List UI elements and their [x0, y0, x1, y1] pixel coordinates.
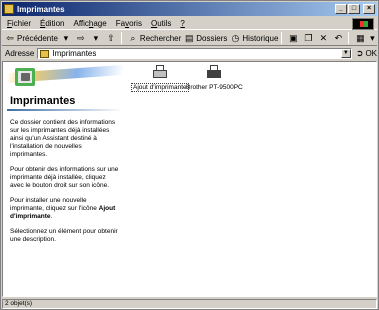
menu-help-accel: ?: [180, 18, 185, 28]
toolbar: ⇦ Précédente ▾ ⇨ ▾ ⇧ ⌕ Rechercher ▤ Dossier…: [2, 31, 377, 46]
menu-fichier[interactable]: Fichier: [7, 19, 31, 28]
printer-item[interactable]: Brother PT-9500PC: [186, 65, 243, 91]
search-button[interactable]: ⌕ Rechercher: [128, 32, 181, 45]
copy-to-icon: ❐: [304, 33, 313, 43]
address-bar: Adresse Imprimantes ▼ ➲ OK: [2, 47, 377, 60]
forward-button[interactable]: ⇨: [76, 32, 88, 45]
history-label: Historique: [242, 33, 279, 43]
go-arrow-icon: ➲: [355, 48, 364, 58]
back-arrow-icon: ⇦: [6, 33, 14, 43]
delete-icon: ✕: [319, 33, 328, 43]
menu-favoris-label: oris: [129, 18, 142, 28]
close-button[interactable]: ×: [363, 4, 375, 14]
address-value: Imprimantes: [52, 49, 97, 58]
printer-icon: [206, 65, 222, 81]
up-folder-icon: ⇧: [107, 33, 115, 43]
folders-icon: ▤: [185, 33, 194, 43]
panel-paragraph: Ce dossier contient des informations sur…: [10, 119, 116, 158]
forward-dropdown[interactable]: ▾: [91, 32, 103, 45]
panel-banner: [7, 65, 123, 93]
panel-paragraph: Pour obtenir des informations sur une im…: [10, 166, 119, 189]
go-button[interactable]: ➲ OK: [356, 48, 377, 59]
printer-body: [207, 70, 222, 78]
views-button[interactable]: ▦ ▾: [355, 32, 379, 45]
add-printer-icon: [152, 65, 168, 81]
panel-description: Ce dossier contient des informations sur…: [10, 119, 120, 244]
item-label: Ajout d'imprimante: [131, 83, 189, 92]
title-bar[interactable]: Imprimantes _ □ ×: [2, 2, 377, 16]
address-field[interactable]: Imprimantes ▼: [37, 48, 352, 59]
views-icon: ▦: [356, 33, 365, 43]
panel-paragraph: Sélectionnez un élément pour obtenir une…: [10, 228, 118, 243]
folders-label: Dossiers: [196, 33, 228, 43]
address-label: Adresse: [5, 49, 35, 58]
back-button[interactable]: ⇦ Précédente: [5, 32, 58, 45]
chevron-down-icon[interactable]: ▼: [340, 49, 351, 58]
chevron-down-icon: ▾: [63, 33, 69, 43]
menu-affichage-pre: Affic: [73, 18, 89, 28]
printers-folder-icon: [15, 68, 35, 86]
chevron-down-icon: ▾: [370, 33, 375, 43]
menu-help[interactable]: ?: [180, 19, 184, 28]
back-dropdown[interactable]: ▾: [61, 32, 73, 45]
minimize-button[interactable]: _: [335, 4, 347, 14]
forward-arrow-icon: ⇨: [77, 33, 85, 43]
folders-button[interactable]: ▤ Dossiers: [184, 32, 227, 45]
delete-button[interactable]: ✕: [318, 32, 330, 45]
panel-title: Imprimantes: [10, 95, 76, 107]
menu-favoris[interactable]: Favoris: [116, 19, 142, 28]
chevron-down-icon: ▾: [93, 33, 99, 43]
windows-logo-icon: [352, 18, 374, 30]
maximize-button[interactable]: □: [348, 4, 360, 14]
toolbar-separator: [348, 32, 350, 44]
back-label: Précédente: [17, 33, 58, 43]
menu-edition[interactable]: Édition: [40, 19, 64, 28]
info-panel: Imprimantes Ce dossier contient des info…: [7, 65, 123, 251]
copy-to-button[interactable]: ❐: [303, 32, 315, 45]
toolbar-separator: [281, 32, 283, 44]
menu-outils[interactable]: Outils: [151, 19, 171, 28]
printers-folder-icon: [40, 49, 50, 58]
history-button[interactable]: ◷ Historique: [230, 32, 278, 45]
go-label: OK: [365, 49, 377, 58]
title-buttons: _ □ ×: [335, 4, 375, 14]
undo-icon: ↶: [334, 33, 343, 43]
up-folder-button[interactable]: ⇧: [106, 32, 118, 45]
panel-divider: [7, 109, 123, 111]
search-label: Rechercher: [139, 33, 182, 43]
toolbar-separator: [120, 32, 122, 44]
menu-fichier-label: ichier: [11, 18, 32, 28]
add-printer-item[interactable]: Ajout d'imprimante: [131, 65, 189, 92]
menu-bar: Fichier Édition Affichage Favoris Outils…: [2, 17, 377, 30]
move-to-icon: ▣: [289, 33, 298, 43]
history-icon: ◷: [231, 33, 240, 43]
item-label: Brother PT-9500PC: [186, 84, 243, 91]
search-icon: ⌕: [130, 33, 136, 43]
panel-text-span: .: [50, 213, 53, 220]
status-bar: 2 objet(s): [2, 298, 377, 309]
move-to-button[interactable]: ▣: [288, 32, 300, 45]
menu-favoris-pre: Fa: [115, 18, 126, 28]
menu-outils-label: utils: [157, 18, 172, 28]
panel-text-span: Pour installer une nouvelle imprimante, …: [10, 197, 99, 212]
menu-affichage[interactable]: Affichage: [73, 19, 106, 28]
menu-affichage-label: age: [93, 18, 107, 28]
menu-edition-label: dition: [45, 18, 65, 28]
explorer-window: Imprimantes _ □ × Fichier Édition Affich…: [0, 0, 379, 310]
content-area: Imprimantes Ce dossier contient des info…: [2, 61, 377, 297]
status-count: 2 objet(s): [2, 298, 377, 309]
printer-body: [152, 70, 167, 78]
undo-button[interactable]: ↶: [333, 32, 345, 45]
panel-paragraph: Pour installer une nouvelle imprimante, …: [10, 197, 120, 221]
printers-folder-icon: [4, 4, 14, 14]
window-title: Imprimantes: [17, 4, 65, 14]
